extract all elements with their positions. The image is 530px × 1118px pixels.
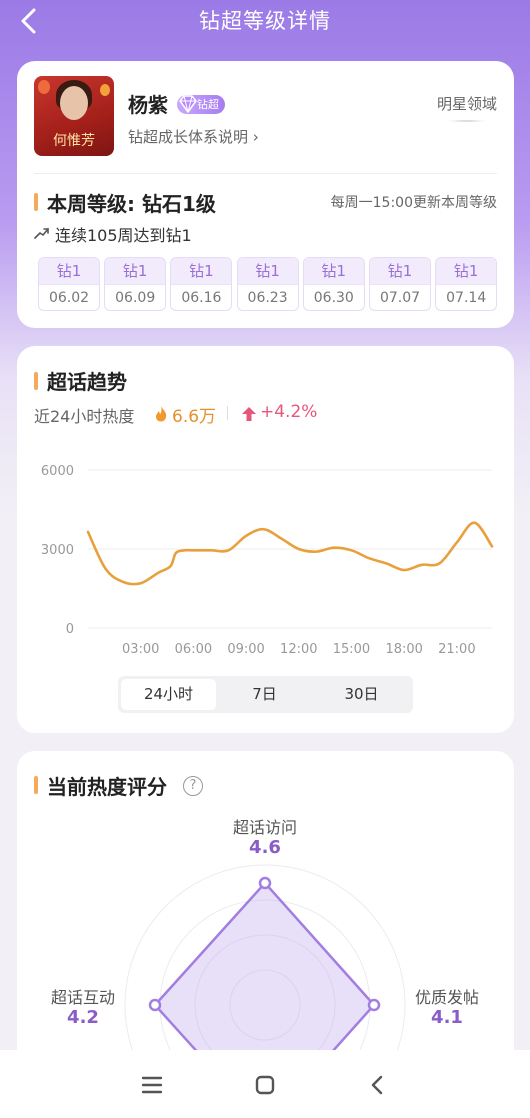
week-level-item: 钻1 06.02 [38, 257, 100, 311]
week-level: 钻1 [303, 258, 364, 284]
title-accent-bar [34, 372, 38, 390]
week-date: 06.16 [171, 284, 232, 310]
diamond-super-badge: 钻超 [177, 95, 225, 114]
radar-point [148, 998, 162, 1012]
week-level: 钻1 [237, 258, 298, 284]
weekly-level-title: 本周等级: 钻石1级 [47, 192, 216, 216]
week-level-item: 钻1 07.07 [369, 257, 431, 311]
week-date: 06.30 [303, 284, 364, 310]
streak-text: 连续105周达到钻1 [55, 226, 192, 245]
x-tick-label: 09:00 [227, 642, 264, 657]
week-level: 钻1 [105, 258, 166, 284]
week-level: 钻1 [39, 258, 99, 284]
lantern-decoration [38, 80, 50, 94]
help-icon[interactable]: ? [183, 776, 203, 796]
update-note: 每周一15:00更新本周等级 [330, 195, 497, 211]
system-nav-bar [0, 1050, 530, 1118]
separator [227, 406, 228, 420]
week-date: 07.07 [370, 284, 430, 310]
home-icon[interactable] [250, 1070, 280, 1100]
star-avatar[interactable]: 何惟芳 [34, 76, 114, 156]
tab-30d[interactable]: 30日 [314, 679, 409, 710]
level-card: 何惟芳 杨紫 钻超 钻超成长体系说明 › 明星领域 本周等级: 钻石1级 每周一… [17, 61, 514, 328]
menu-icon[interactable] [137, 1070, 167, 1100]
x-tick-label: 21:00 [438, 642, 475, 657]
week-level: 钻1 [370, 258, 430, 284]
avatar-face [60, 86, 88, 120]
growth-system-link[interactable]: 钻超成长体系说明 › [128, 126, 259, 147]
heat-score-card: 当前热度评分 ? 超话访问 4.6 优质发帖 4.1 超话互动 4.2 [17, 751, 514, 1081]
lantern-decoration [100, 84, 110, 96]
trend-card: 超话趋势 近24小时热度 6.6万 +4.2% 0 3000 6000 03:00 06… [17, 346, 514, 733]
week-date: 06.09 [105, 284, 166, 310]
avatar-caption: 何惟芳 [53, 133, 95, 149]
week-level: 钻1 [436, 258, 497, 284]
nav-back-icon[interactable] [363, 1070, 393, 1100]
radar-value-interaction: 4.2 [67, 1007, 99, 1028]
tab-7d[interactable]: 7日 [217, 679, 312, 710]
radar-label-visit: 超话访问 [232, 818, 297, 837]
x-tick-label: 15:00 [333, 642, 370, 657]
x-tick-label: 12:00 [280, 642, 317, 657]
week-level: 钻1 [171, 258, 232, 284]
fire-icon [155, 406, 167, 422]
radar-label-post: 优质发帖 [414, 988, 479, 1007]
title-accent-bar [34, 193, 38, 211]
tab-24h[interactable]: 24小时 [121, 679, 216, 710]
y-tick-label: 0 [66, 622, 74, 637]
diamond-icon [179, 95, 197, 113]
title-accent-bar [34, 776, 38, 794]
heat-label: 近24小时热度 [34, 407, 135, 426]
domain-tag[interactable]: 明星领域 [437, 93, 497, 122]
page-title: 钻超等级详情 [199, 9, 331, 33]
week-level-item: 钻1 06.09 [104, 257, 167, 311]
y-tick-label: 6000 [41, 464, 74, 479]
score-title: 当前热度评分 [47, 775, 167, 799]
heat-value: 6.6万 [172, 407, 217, 427]
radar-chart [124, 864, 406, 1081]
week-date: 06.02 [39, 284, 99, 310]
x-tick-label: 03:00 [122, 642, 159, 657]
trend-title: 超话趋势 [47, 370, 127, 394]
star-name: 杨紫 [128, 93, 168, 117]
badge-label: 钻超 [197, 98, 219, 111]
week-level-item: 钻1 06.16 [170, 257, 233, 311]
radar-point [367, 998, 381, 1012]
week-date: 06.23 [237, 284, 298, 310]
y-tick-label: 3000 [41, 543, 74, 558]
radar-point [258, 876, 272, 890]
x-tick-label: 06:00 [175, 642, 212, 657]
heat-trend-line [86, 521, 494, 586]
trend-up-icon [34, 228, 49, 239]
week-level-item: 钻1 07.14 [435, 257, 498, 311]
week-level-item: 钻1 06.23 [236, 257, 299, 311]
arrow-up-icon [242, 407, 256, 421]
divider [34, 173, 497, 174]
radar-value-visit: 4.6 [249, 837, 281, 858]
radar-label-interaction: 超话互动 [50, 988, 115, 1007]
time-range-switch: 24小时 7日 30日 [118, 676, 413, 713]
top-bar: 钻超等级详情 [0, 0, 530, 44]
week-level-item: 钻1 06.30 [302, 257, 365, 311]
trend-line-chart: 0 3000 6000 03:00 06:00 09:00 12:00 15:00 18:00 2… [41, 464, 494, 657]
radar-value-post: 4.1 [431, 1007, 463, 1028]
week-date: 07.14 [436, 284, 497, 310]
x-tick-label: 18:00 [385, 642, 422, 657]
heat-change: +4.2% [260, 402, 318, 422]
